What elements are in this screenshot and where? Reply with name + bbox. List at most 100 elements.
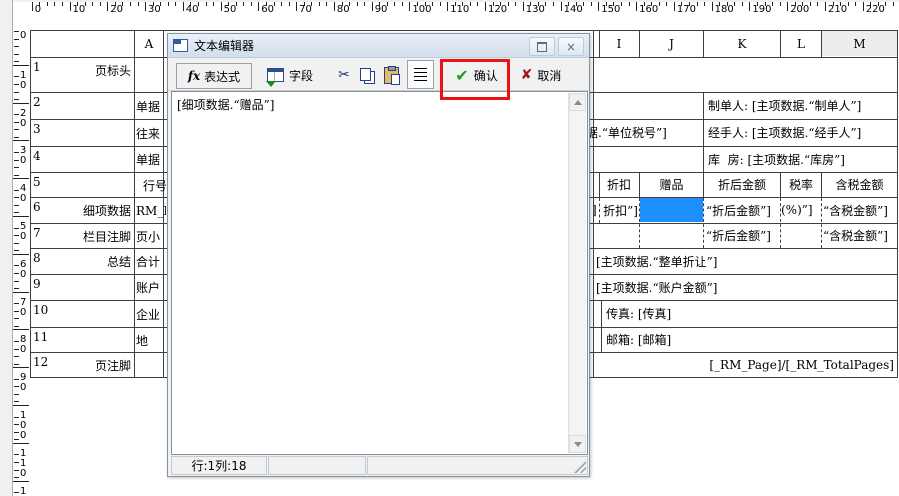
row-number: 1: [33, 60, 41, 74]
ruler-tick: [14, 439, 19, 441]
cell-fax[interactable]: 传真: [传真]: [606, 300, 894, 327]
band-row-label[interactable]: 5: [31, 173, 133, 197]
col-title-gift[interactable]: 赠品: [640, 172, 703, 197]
ruler-tick: [13, 64, 29, 66]
cell-taxrate-expr[interactable]: (%)”]: [781, 197, 821, 223]
column-header-j[interactable]: J: [640, 31, 703, 56]
editor-textarea[interactable]: [细项数据.“赠品”]: [171, 91, 588, 455]
ruler-tick: [14, 121, 19, 123]
copy-button[interactable]: [356, 63, 378, 87]
ruler-tick: [14, 46, 19, 48]
col-title-amount-with-tax[interactable]: 含税金额: [822, 172, 897, 197]
cell-email[interactable]: 邮箱: [邮箱]: [606, 327, 894, 352]
ruler-label: 130: [525, 4, 545, 15]
column-header-i[interactable]: I: [599, 31, 639, 56]
ruler-label: 20: [20, 107, 27, 129]
a-cell[interactable]: 页小: [136, 224, 166, 248]
a-cell[interactable]: 账户: [136, 275, 166, 300]
cell-maker[interactable]: 制单人: [主项数据.“制单人”]: [708, 92, 897, 119]
band-name: [131, 93, 133, 119]
ruler-tick: [14, 159, 19, 161]
ruler-label: 40: [185, 4, 199, 15]
band-row-label[interactable]: 4: [31, 147, 133, 172]
cut-button[interactable]: ✂: [334, 63, 354, 87]
cell-handler[interactable]: 经手人: [主项数据.“经手人”]: [708, 119, 897, 146]
ruler-tick: [666, 2, 668, 6]
cancel-button[interactable]: ✘ 取消: [513, 63, 569, 87]
a-cell[interactable]: 合计: [136, 249, 166, 274]
dialog-titlebar[interactable]: 文本编辑器 ×: [168, 34, 589, 58]
cell-warehouse[interactable]: 库 房: [主项数据.“库房”]: [708, 146, 897, 172]
ruler-tick: [14, 348, 19, 350]
column-header-m[interactable]: M: [822, 31, 897, 56]
cell-withtax-subtotal[interactable]: “含税金额”]: [823, 223, 896, 248]
ruler-tick: [167, 2, 169, 6]
band-name: [131, 328, 133, 352]
ruler-label: 110: [20, 447, 27, 479]
band-row-label[interactable]: 7 栏目注脚: [31, 224, 133, 248]
ruler-tick: [14, 401, 19, 403]
cell-account-amount[interactable]: [主项数据.“账户金额”]: [596, 274, 894, 300]
a-cell[interactable]: 单据: [136, 93, 166, 119]
ruler-tick: [296, 2, 298, 11]
band-row-label[interactable]: 3: [31, 120, 133, 146]
expression-button[interactable]: fx 表达式: [176, 63, 252, 89]
column-header-k[interactable]: K: [704, 31, 780, 56]
band-row-label[interactable]: 10: [31, 301, 133, 327]
restore-button[interactable]: [529, 37, 555, 56]
close-icon: ×: [565, 39, 577, 54]
horizontal-ruler: 0 10 20 30 40 50 60 70 80 90 100 110 120 130 140 150 160…: [30, 0, 899, 18]
band-name: 总结: [106, 255, 131, 269]
band-row-label[interactable]: 12 页注脚: [31, 353, 133, 378]
ruler-tick: [14, 378, 19, 380]
ruler-tick: [394, 2, 396, 6]
close-button[interactable]: ×: [558, 37, 584, 56]
band-name: [131, 147, 133, 172]
ruler-tick: [817, 2, 819, 6]
align-toggle-button[interactable]: [407, 60, 434, 89]
row-number: 6: [33, 200, 41, 214]
cell-tax-no-fragment[interactable]: 据.“单位税号”]: [586, 119, 700, 146]
field-button[interactable]: 字段: [260, 63, 320, 87]
ruler-tick: [333, 2, 335, 11]
band-row-label[interactable]: 9: [31, 275, 133, 300]
band-row-label[interactable]: 2: [31, 93, 133, 119]
scroll-down-button[interactable]: [569, 435, 586, 453]
cell-page-number[interactable]: [_RM_Page]/[_RM_TotalPages]: [593, 352, 894, 377]
band-row-label[interactable]: 8 总结: [31, 249, 133, 274]
ruler-tick: [14, 424, 19, 426]
cell-discounted-subtotal[interactable]: “折后金额”]: [706, 223, 779, 248]
ruler-tick: [862, 2, 864, 11]
col-title-discount[interactable]: 折扣: [600, 172, 638, 197]
band-row-label[interactable]: 6 细项数据: [31, 198, 133, 223]
col-title-discounted-amount[interactable]: 折后金额: [704, 172, 780, 197]
ruler-tick: [14, 235, 19, 237]
grid-line: [599, 172, 600, 198]
ruler-tick: [99, 2, 101, 6]
cell-discounted-expr[interactable]: “折后金额”]: [706, 197, 779, 223]
row-header-corner[interactable]: [31, 31, 134, 56]
scroll-up-button[interactable]: [569, 93, 586, 111]
band-row-label[interactable]: 1 页标头: [31, 58, 133, 92]
a-cell[interactable]: 地: [136, 328, 166, 352]
selected-cell[interactable]: [640, 198, 703, 222]
left-margin-strip: [0, 0, 13, 496]
a-cell[interactable]: 企业: [136, 301, 166, 327]
editor-scrollbar[interactable]: [568, 93, 586, 453]
col-title-tax-rate[interactable]: 税率: [781, 172, 821, 197]
ruler-tick: [711, 2, 713, 11]
ruler-label: 30: [20, 145, 27, 167]
a-cell[interactable]: RM_L: [136, 198, 166, 223]
cell-discount-expr[interactable]: 折扣”]: [598, 197, 638, 223]
ruler-tick: [14, 189, 19, 191]
band-row-label[interactable]: 11: [31, 328, 133, 352]
a-cell[interactable]: 单据: [136, 147, 166, 172]
column-header-a[interactable]: A: [135, 31, 163, 56]
cell-withtax-expr[interactable]: “含税金额”]: [823, 197, 896, 223]
a-cell[interactable]: 往来: [136, 120, 166, 146]
paste-button[interactable]: [380, 63, 402, 87]
column-header-l[interactable]: L: [781, 31, 821, 56]
cell-whole-discount[interactable]: [主项数据.“整单折让”]: [596, 248, 894, 274]
ruler-tick: [213, 2, 214, 6]
row-number: 5: [33, 175, 41, 189]
